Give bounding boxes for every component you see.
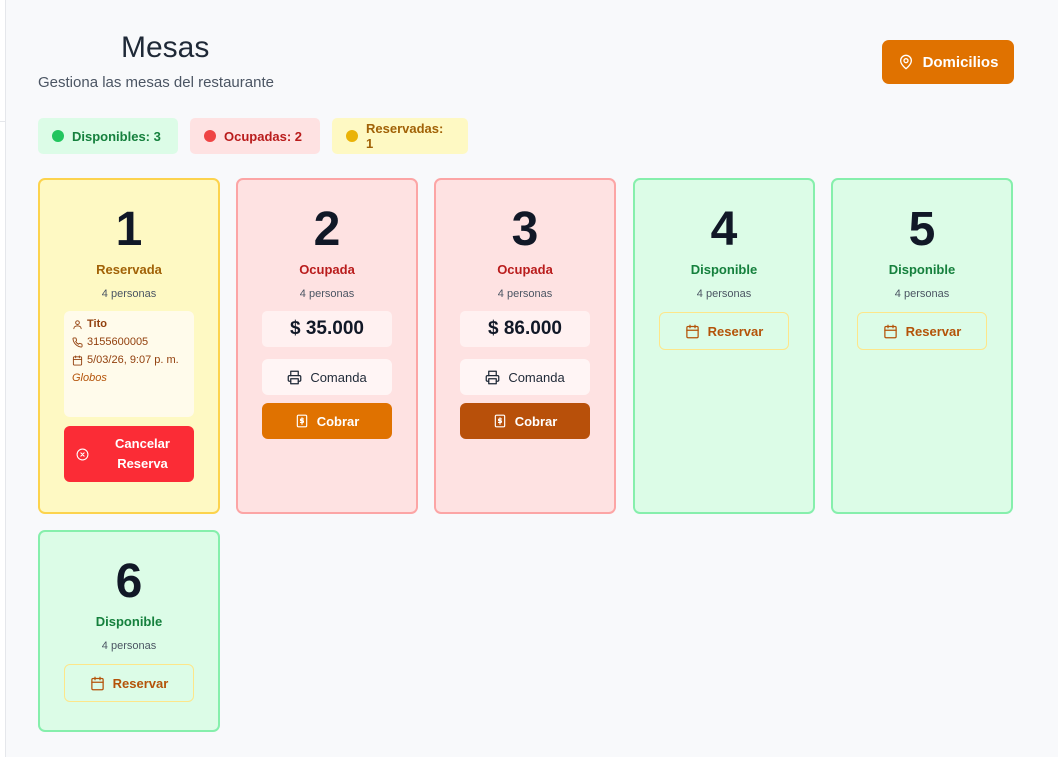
cobrar-button[interactable]: Cobrar [262,403,392,439]
receipt-dollar-icon [494,414,505,428]
sidebar-edge [0,0,6,757]
status-dot [52,130,64,142]
page-title: Mesas [121,31,210,64]
table-status: Reservada [96,262,162,277]
table-card-3[interactable]: 3 Ocupada 4 personas $ 86.000 Comanda Co… [434,178,616,514]
status-dot [346,130,358,142]
cobrar-button[interactable]: Cobrar [460,403,590,439]
phone-icon [72,337,83,348]
cobrar-label: Cobrar [316,413,360,429]
divider [0,121,6,122]
table-capacity: 4 personas [497,288,553,300]
table-status: Disponible [95,614,163,629]
table-number: 6 [115,555,143,608]
reservar-button[interactable]: Reservar [857,312,987,350]
calendar-icon [72,355,83,366]
table-capacity: 4 personas [299,288,355,300]
table-status: Ocupada [299,262,355,277]
domicilios-label: Domicilios [922,53,999,71]
reservation-name: Tito [87,318,107,330]
cobrar-label: Cobrar [514,413,558,429]
table-capacity: 4 personas [696,288,752,300]
summary-reserved: Reservadas: 1 [332,118,468,154]
reservation-details: Tito 3155600005 5/03/26, 9:07 p. m. Glob… [64,311,194,417]
reservar-label: Reservar [112,675,169,691]
printer-icon [287,370,302,384]
reservation-note: Globos [72,372,107,384]
calendar-icon [90,676,104,690]
user-icon [73,320,82,330]
comanda-button[interactable]: Comanda [262,359,392,395]
status-dot [204,130,216,142]
table-status: Disponible [690,262,758,277]
reservation-datetime: 5/03/26, 9:07 p. m. [87,354,179,366]
table-capacity: 4 personas [101,288,157,300]
table-number: 3 [511,203,539,256]
comanda-label: Comanda [508,369,565,385]
reservation-phone: 3155600005 [87,336,149,348]
comanda-label: Comanda [310,369,367,385]
table-amount: $ 35.000 [262,311,392,347]
table-card-6[interactable]: 6 Disponible 4 personas Reservar [38,530,220,732]
table-card-5[interactable]: 5 Disponible 4 personas Reservar [831,178,1013,514]
reservar-label: Reservar [905,323,962,339]
table-card-1[interactable]: 1 Reservada 4 personas Tito 3155600005 5… [38,178,220,514]
table-capacity: 4 personas [894,288,950,300]
domicilios-button[interactable]: Domicilios [882,40,1014,84]
table-number: 4 [710,203,738,256]
calendar-icon [883,324,897,338]
table-capacity: 4 personas [101,640,157,652]
table-card-4[interactable]: 4 Disponible 4 personas Reservar [633,178,815,514]
receipt-dollar-icon [296,414,307,428]
table-amount: $ 86.000 [460,311,590,347]
reservar-label: Reservar [707,323,764,339]
cancel-reservation-label: Cancelar Reserva [115,436,170,471]
table-card-2[interactable]: 2 Ocupada 4 personas $ 35.000 Comanda Co… [236,178,418,514]
table-number: 1 [115,203,143,256]
calendar-icon [685,324,699,338]
comanda-button[interactable]: Comanda [460,359,590,395]
summary-reserved-label: Reservadas: 1 [365,121,444,151]
page-subtitle: Gestiona las mesas del restaurante [38,74,274,91]
summary-available: Disponibles: 3 [38,118,178,154]
table-number: 2 [313,203,341,256]
x-circle-icon [76,448,89,460]
reservar-button[interactable]: Reservar [64,664,194,702]
printer-icon [485,370,500,384]
summary-occupied: Ocupadas: 2 [190,118,320,154]
summary-occupied-label: Ocupadas: 2 [224,128,303,144]
map-pin-icon [899,54,912,70]
table-number: 5 [908,203,936,256]
table-status: Ocupada [497,262,553,277]
cancel-reservation-button[interactable]: Cancelar Reserva [64,426,194,482]
summary-available-label: Disponibles: 3 [72,128,161,144]
reservar-button[interactable]: Reservar [659,312,789,350]
table-status: Disponible [888,262,956,277]
